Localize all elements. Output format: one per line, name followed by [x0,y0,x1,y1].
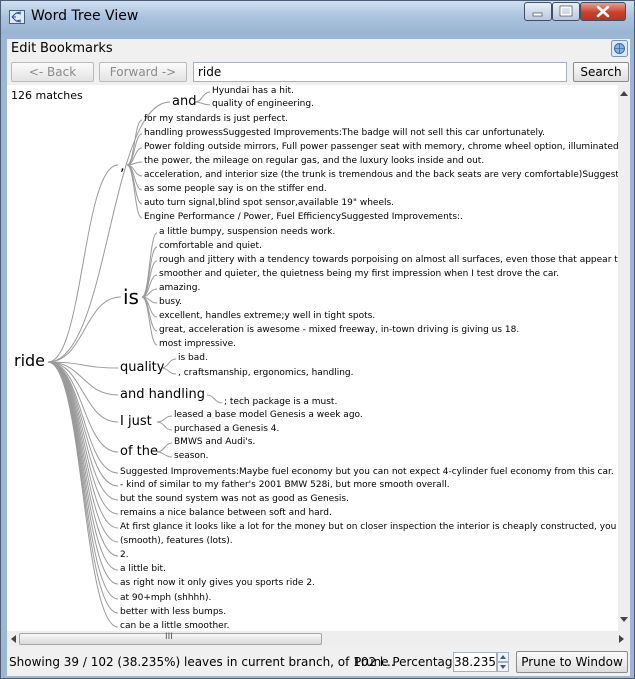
leaf-node[interactable]: ; tech package is a must. [224,397,337,407]
scroll-up-icon[interactable] [620,90,628,96]
leaf-node[interactable]: comfortable and quiet. [159,241,262,251]
leaf-node[interactable]: is bad. [178,353,208,363]
scroll-grip: III [165,632,173,642]
leaf-node[interactable]: at 90+mph (shhhh). [120,593,211,603]
leaf-node[interactable]: 2. [120,550,129,560]
vertical-scrollbar[interactable] [618,85,630,631]
status-bar: Showing 39 / 102 (38.235%) leaves in cur… [7,647,630,676]
leaf-node[interactable]: , craftsmanship, ergonomics, handling. [178,368,353,378]
leaf-node[interactable]: the power, the mileage on regular gas, a… [144,156,484,166]
minimize-icon [532,12,543,17]
branch-node[interactable]: quality [120,360,164,375]
menu-bookmarks[interactable]: Bookmarks [40,41,113,56]
leaf-node[interactable]: leased a base model Genesis a week ago. [174,410,363,420]
leaf-node[interactable]: smoother and quieter, the quietness bein… [159,269,559,279]
leaf-node[interactable]: excellent, handles extreme;y well in tig… [159,311,375,321]
scroll-right-icon[interactable] [619,635,625,643]
maximize-button[interactable] [552,2,580,21]
leaf-node[interactable]: great, acceleration is awesome - mixed f… [159,325,519,335]
tree-connectors [47,91,223,628]
leaf-node[interactable]: Suggested Improvements:Maybe fuel econom… [120,467,614,477]
maximize-icon [559,5,573,17]
spinner-arrows-icon[interactable] [497,652,509,672]
forward-button[interactable]: Forward -> [99,62,187,82]
leaf-node[interactable]: as right now it only gives you sports ri… [120,578,315,588]
leaf-node[interactable]: but the sound system was not as good as … [120,494,349,504]
leaf-node[interactable]: Power folding outside mirrors, Full powe… [144,142,618,152]
leaf-node[interactable]: quality of engineering. [212,99,314,109]
branch-node[interactable]: of the [120,444,158,459]
globe-icon[interactable] [611,40,628,57]
scroll-left-icon[interactable] [10,635,16,643]
leaf-node[interactable]: better with less bumps. [120,607,226,617]
horizontal-scrollbar[interactable]: III [7,631,630,647]
leaf-node[interactable]: a little bumpy, suspension needs work. [159,227,335,237]
prune-percentage-input[interactable]: 38.235 [453,652,497,672]
word-tree-panel: 126 matches ride , and is quality and handli… [7,85,618,631]
leaf-node[interactable]: a little bit. [120,564,166,574]
search-input[interactable]: ride [193,62,567,82]
back-button[interactable]: <- Back [11,62,94,82]
leaf-node[interactable]: for my standards is just perfect. [144,114,288,124]
leaf-node[interactable]: purchased a Genesis 4. [174,424,279,434]
horizontal-scroll-thumb[interactable]: III [19,632,322,645]
minimize-button[interactable] [524,2,552,21]
leaf-node[interactable]: rough and jittery with a tendency toward… [159,255,618,265]
branch-node[interactable]: I just [120,414,152,429]
close-button[interactable] [580,2,626,21]
leaf-node[interactable]: can be a little smoother. [120,621,229,631]
tree-root[interactable]: ride [14,351,45,370]
menu-bar: Edit Bookmarks [7,39,630,59]
prune-to-window-button[interactable]: Prune to Window [516,651,628,673]
close-icon [596,5,610,18]
leaf-node[interactable]: At first glance it looks like a lot for … [120,522,618,532]
leaf-node[interactable]: BMWS and Audi's. [174,437,255,447]
leaf-node[interactable]: as some people say is on the stiffer end… [144,184,327,194]
app-window: Word Tree View Edit Bookmarks <- Back Fo… [0,0,635,679]
leaf-node[interactable]: Engine Performance / Power, Fuel Efficie… [144,212,463,222]
status-text: Showing 39 / 102 (38.235%) leaves in cur… [9,655,395,669]
toolbar: <- Back Forward -> ride Search [7,59,630,85]
leaf-node[interactable]: season. [174,451,209,461]
branch-node[interactable]: is [123,285,139,309]
window-title: Word Tree View [31,8,139,24]
branch-node[interactable]: , [120,156,125,174]
leaf-node[interactable]: Hyundai has a hit. [212,86,294,96]
branch-node[interactable]: and handling [120,387,205,402]
app-tree-icon [9,10,25,24]
leaf-node[interactable]: busy. [159,297,182,307]
branch-node[interactable]: and [172,94,196,109]
leaf-node[interactable]: - kind of similar to my father's 2001 BM… [120,480,450,490]
prune-percentage-label: Prune Percentage: [354,655,464,669]
search-button[interactable]: Search [573,62,629,82]
leaf-node[interactable]: amazing. [159,283,200,293]
leaf-node[interactable]: handling prowessSuggested Improvements:T… [144,128,545,138]
leaf-node[interactable]: (smooth), features (lots). [120,536,233,546]
leaf-node[interactable]: acceleration, and interior size (the tru… [144,170,618,180]
leaf-node[interactable]: remains a nice balance between soft and … [120,508,332,518]
leaf-node[interactable]: auto turn signal,blind spot sensor,avail… [144,198,394,208]
leaf-node[interactable]: most impressive. [159,339,236,349]
menu-edit[interactable]: Edit [11,41,36,56]
title-bar[interactable]: Word Tree View [1,1,634,34]
scroll-down-icon[interactable] [620,617,628,623]
